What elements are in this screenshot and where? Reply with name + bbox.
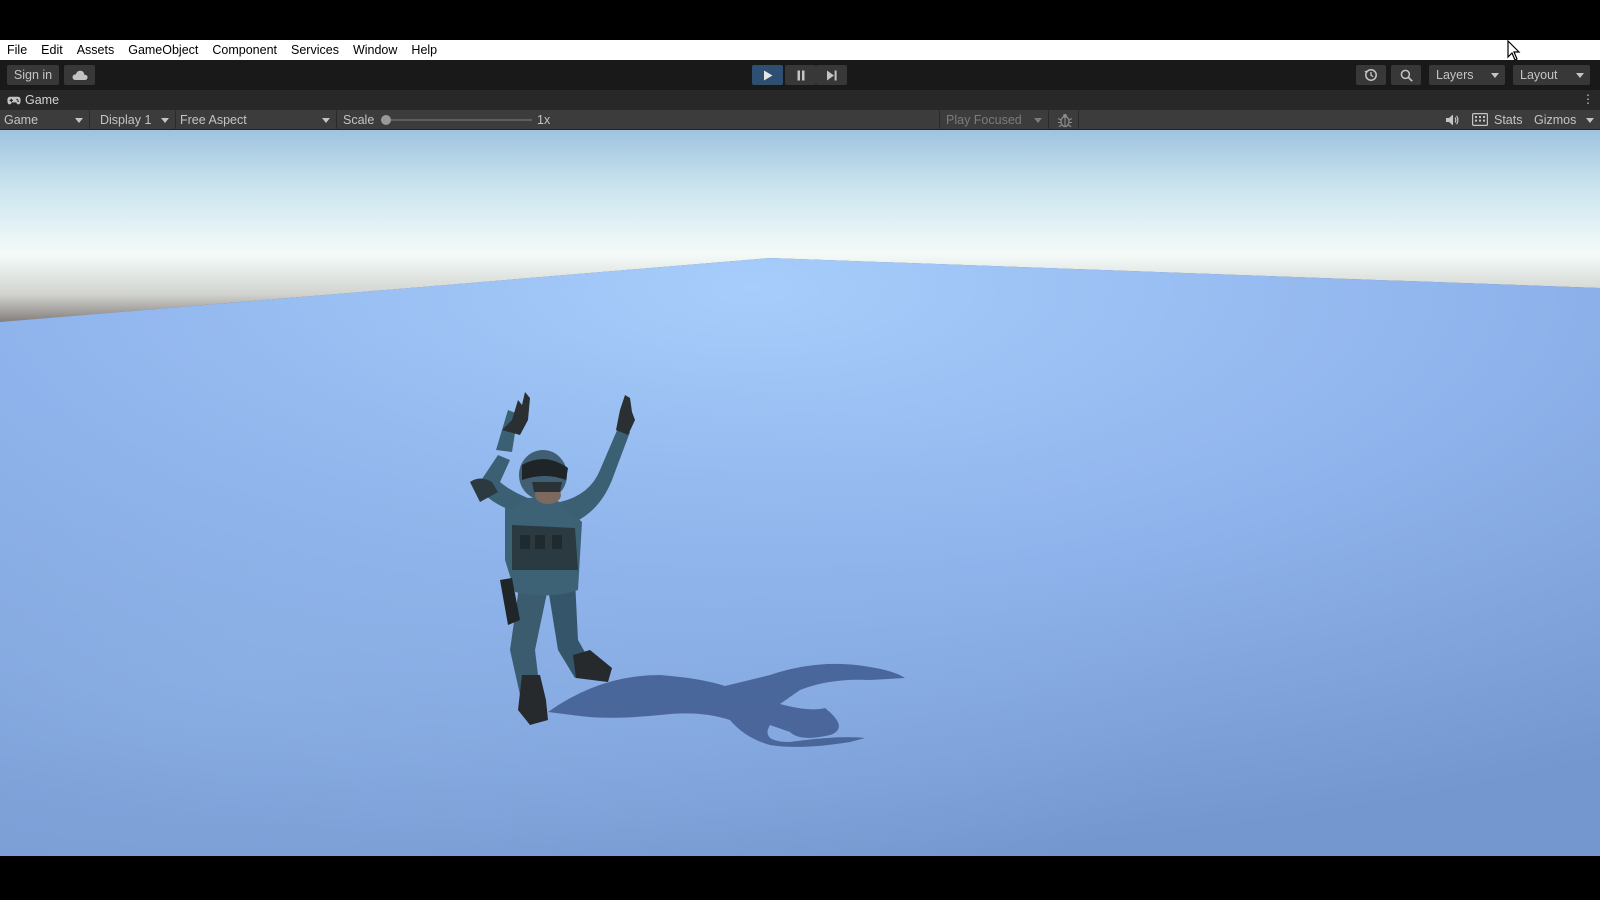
menu-component[interactable]: Component xyxy=(205,40,284,60)
game-view-tab-bar xyxy=(0,90,1600,110)
tab-game[interactable]: Game xyxy=(7,90,59,110)
chevron-down-icon xyxy=(161,118,169,123)
chevron-down-icon xyxy=(1034,118,1042,123)
menu-file[interactable]: File xyxy=(0,40,34,60)
menu-gameobject[interactable]: GameObject xyxy=(121,40,205,60)
pause-button[interactable] xyxy=(785,65,816,85)
bottom-letterbox xyxy=(0,856,1600,900)
menu-help[interactable]: Help xyxy=(404,40,444,60)
aspect-label: Free Aspect xyxy=(180,113,247,127)
game-viewport[interactable] xyxy=(0,130,1600,856)
chevron-down-icon[interactable] xyxy=(1586,118,1594,123)
display-label: Display 1 xyxy=(100,113,152,127)
layers-label: Layers xyxy=(1436,68,1474,82)
scene-render xyxy=(0,130,1600,856)
scale-label: Scale xyxy=(343,113,375,127)
step-button[interactable] xyxy=(816,65,847,85)
chevron-down-icon xyxy=(1576,73,1584,78)
sign-in-button[interactable]: Sign in xyxy=(7,65,59,85)
menu-bar: File Edit Assets GameObject Component Se… xyxy=(0,40,1600,60)
chevron-down-icon xyxy=(1491,73,1499,78)
undo-history-button[interactable] xyxy=(1356,65,1386,85)
cloud-icon xyxy=(72,70,88,80)
gizmos-button[interactable]: Gizmos xyxy=(1534,110,1576,130)
menu-edit[interactable]: Edit xyxy=(34,40,70,60)
layout-label: Layout xyxy=(1520,68,1558,82)
play-mode-dropdown[interactable]: Play Focused xyxy=(939,110,1049,130)
pause-icon xyxy=(797,70,804,80)
gamepad-icon xyxy=(7,96,21,104)
top-letterbox xyxy=(0,0,1600,40)
step-icon xyxy=(826,70,837,80)
play-mode-label: Play Focused xyxy=(946,113,1022,127)
scale-slider-track[interactable] xyxy=(385,119,532,121)
tab-game-label: Game xyxy=(25,93,60,107)
speaker-icon[interactable] xyxy=(1445,113,1459,127)
play-icon xyxy=(763,70,772,80)
search-button[interactable] xyxy=(1391,65,1421,85)
scale-slider-handle[interactable] xyxy=(381,115,391,125)
display-dropdown[interactable]: Display 1 xyxy=(94,110,176,130)
stats-button[interactable]: Stats xyxy=(1494,110,1523,130)
menu-services[interactable]: Services xyxy=(284,40,346,60)
bug-icon[interactable] xyxy=(1057,112,1073,128)
tab-menu-icon[interactable]: ⋮ xyxy=(1582,92,1594,106)
keyboard-icon[interactable] xyxy=(1472,113,1488,126)
aspect-dropdown[interactable]: Free Aspect xyxy=(176,110,337,130)
layers-dropdown[interactable]: Layers xyxy=(1429,65,1505,85)
layout-dropdown[interactable]: Layout xyxy=(1513,65,1590,85)
view-type-dropdown[interactable]: Game xyxy=(0,110,90,130)
chevron-down-icon xyxy=(75,118,83,123)
mouse-cursor-icon xyxy=(1507,40,1521,61)
view-type-label: Game xyxy=(4,113,39,127)
play-button[interactable] xyxy=(752,65,783,85)
history-icon xyxy=(1364,69,1377,81)
toolbar-divider xyxy=(1078,110,1079,130)
cloud-button[interactable] xyxy=(64,65,95,85)
scale-value: 1x xyxy=(537,113,551,127)
search-icon xyxy=(1400,69,1413,82)
chevron-down-icon xyxy=(322,118,330,123)
menu-assets[interactable]: Assets xyxy=(70,40,122,60)
menu-window[interactable]: Window xyxy=(346,40,404,60)
